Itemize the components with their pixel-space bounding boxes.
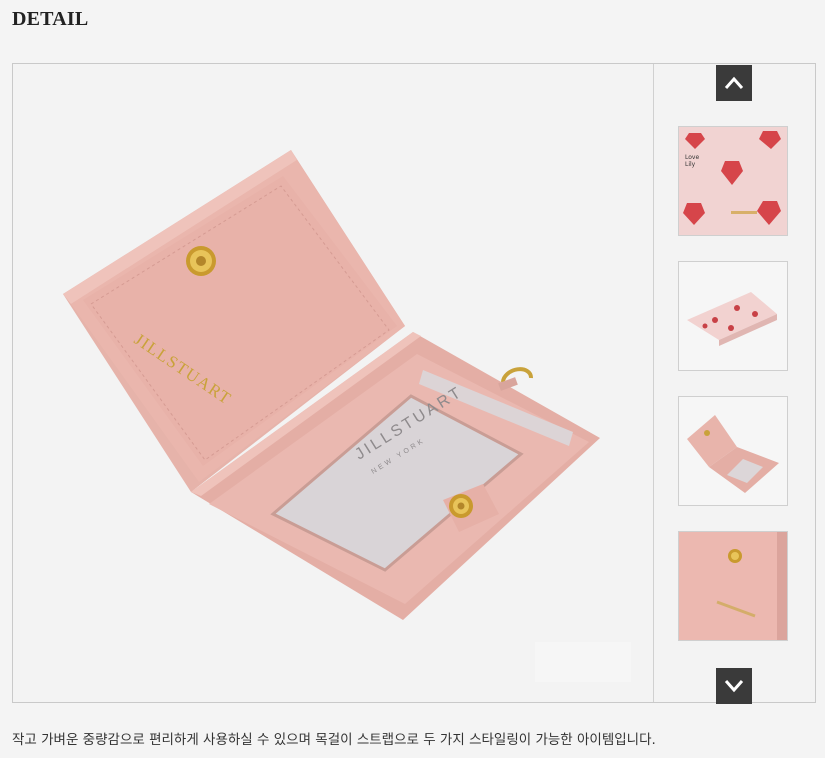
chevron-down-icon bbox=[724, 680, 744, 693]
thumbnail-heart-side[interactable] bbox=[678, 261, 788, 371]
thumbnail-strip: Love Lily bbox=[654, 64, 815, 704]
card-wallet-heart-print-side-icon bbox=[679, 262, 787, 370]
card-wallet-open-icon bbox=[679, 397, 787, 505]
section-title: DETAIL bbox=[12, 8, 89, 30]
card-wallet-heart-print-icon: Love Lily bbox=[679, 127, 787, 235]
scroll-down-button[interactable] bbox=[716, 668, 752, 704]
svg-text:Lily: Lily bbox=[685, 161, 696, 168]
thumbnail-heart-front[interactable]: Love Lily bbox=[678, 126, 788, 236]
thumbnail-closeup[interactable] bbox=[678, 531, 788, 641]
main-product-image: JILLSTUART JILLSTUART NEW YORK bbox=[13, 64, 654, 702]
wallet-illustration: JILLSTUART JILLSTUART NEW YORK bbox=[63, 150, 631, 682]
product-gallery: JILLSTUART JILLSTUART NEW YORK Love Lily bbox=[12, 63, 816, 704]
chevron-up-icon bbox=[724, 76, 744, 89]
card-wallet-closeup-icon bbox=[679, 532, 787, 640]
scroll-up-button[interactable] bbox=[716, 65, 752, 101]
product-description: 작고 가벼운 중량감으로 편리하게 사용하실 수 있으며 목걸이 스트랩으로 두… bbox=[12, 732, 656, 748]
thumbnail-open-wallet[interactable] bbox=[678, 396, 788, 506]
svg-text:Love: Love bbox=[685, 154, 699, 161]
